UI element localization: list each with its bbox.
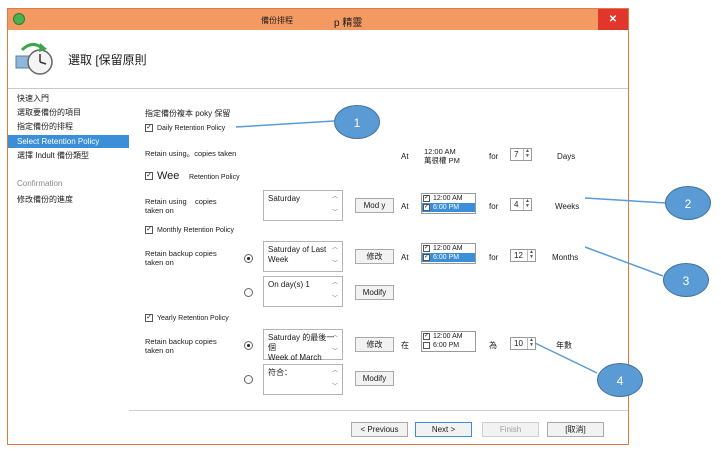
callout-3-leader [584, 246, 664, 277]
callout-2-leader [584, 197, 667, 204]
callout-4-leader [534, 342, 598, 374]
callout-4: 4 [597, 363, 643, 397]
callout-2: 2 [665, 186, 711, 220]
callout-3: 3 [663, 263, 709, 297]
callout-1: 1 [334, 105, 380, 139]
callout-1-leader [235, 120, 335, 128]
